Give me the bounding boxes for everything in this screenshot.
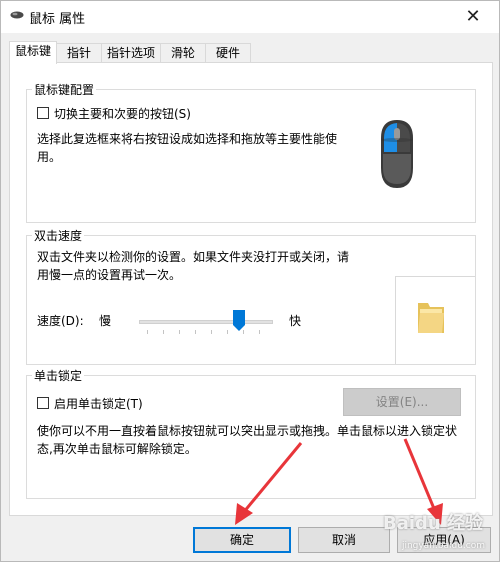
speed-slider-track [139, 320, 273, 324]
speed-slider-tick [163, 330, 164, 334]
button-config-group: 鼠标键配置 切换主要和次要的按钮(S) 选择此复选框来将右按钮设成如选择和拖放等… [26, 81, 476, 223]
switch-buttons-label: 切换主要和次要的按钮(S) [54, 107, 191, 121]
click-lock-description: 使你可以不用一直按着鼠标按钮就可以突出显示或拖拽。单击鼠标以进入锁定状态,再次单… [37, 424, 458, 456]
speed-label: 速度(D): [37, 314, 84, 328]
cancel-button[interactable]: 取消 [298, 527, 390, 553]
group-title-click-lock: 单击锁定 [32, 367, 85, 384]
mouse-illustration-icon [381, 120, 413, 188]
speed-slider-tick [147, 330, 148, 334]
speed-slider-thumb[interactable] [233, 310, 245, 332]
ok-button[interactable]: 确定 [193, 527, 291, 553]
speed-slider-tick [179, 330, 180, 334]
test-folder-area[interactable] [395, 276, 475, 364]
speed-slider[interactable] [139, 310, 273, 336]
tab-panel: 鼠标键配置 切换主要和次要的按钮(S) 选择此复选框来将右按钮设成如选择和拖放等… [9, 62, 493, 516]
close-button[interactable]: ✕ [453, 3, 493, 31]
group-title-double-click: 双击速度 [32, 227, 85, 244]
mouse-properties-window: 鼠标 属性 ✕ 鼠标键 指针 指针选项 滑轮 硬件 鼠标键配置 切换主要和次要的… [0, 0, 500, 562]
tab-pointer-options[interactable]: 指针选项 [101, 43, 161, 62]
group-title-button-config: 鼠标键配置 [32, 81, 97, 98]
window-title: 鼠标 属性 [29, 12, 86, 27]
button-config-description: 选择此复选框来将右按钮设成如选择和拖放等主要性能使用。 [37, 132, 338, 164]
double-click-group: 双击速度 双击文件夹以检测你的设置。如果文件夹没打开或关闭，请用慢一点的设置再试… [26, 227, 476, 365]
tab-mouse-buttons[interactable]: 鼠标键 [9, 41, 57, 64]
double-click-description: 双击文件夹以检测你的设置。如果文件夹没打开或关闭，请用慢一点的设置再试一次。 [37, 250, 350, 282]
tab-wheel[interactable]: 滑轮 [160, 43, 206, 62]
switch-buttons-checkbox[interactable] [37, 107, 49, 119]
speed-slider-tick [195, 330, 196, 334]
tab-pointers[interactable]: 指针 [56, 43, 102, 62]
speed-slow-label: 慢 [99, 314, 112, 328]
click-lock-checkbox[interactable] [37, 397, 49, 409]
speed-slider-tick [259, 330, 260, 334]
speed-fast-label: 快 [289, 314, 302, 328]
click-lock-label: 启用单击锁定(T) [54, 397, 143, 411]
title-bar: 鼠标 属性 ✕ [1, 1, 499, 33]
switch-buttons-row[interactable]: 切换主要和次要的按钮(S) [37, 106, 287, 122]
watermark-logo: Baidu 经验 [382, 513, 483, 534]
speed-slider-tick [211, 330, 212, 334]
click-lock-group: 单击锁定 启用单击锁定(T) 设置(E)... 使你可以不用一直按着鼠标按钮就可… [26, 367, 476, 499]
watermark-url: jingyan.baidu.com [401, 541, 485, 551]
click-lock-settings-button[interactable]: 设置(E)... [343, 388, 461, 416]
folder-icon [418, 303, 444, 333]
speed-slider-tick [227, 330, 228, 334]
mouse-icon [10, 11, 24, 19]
close-icon: ✕ [465, 6, 481, 27]
tab-hardware[interactable]: 硬件 [205, 43, 251, 62]
click-lock-row[interactable]: 启用单击锁定(T) [37, 396, 217, 412]
